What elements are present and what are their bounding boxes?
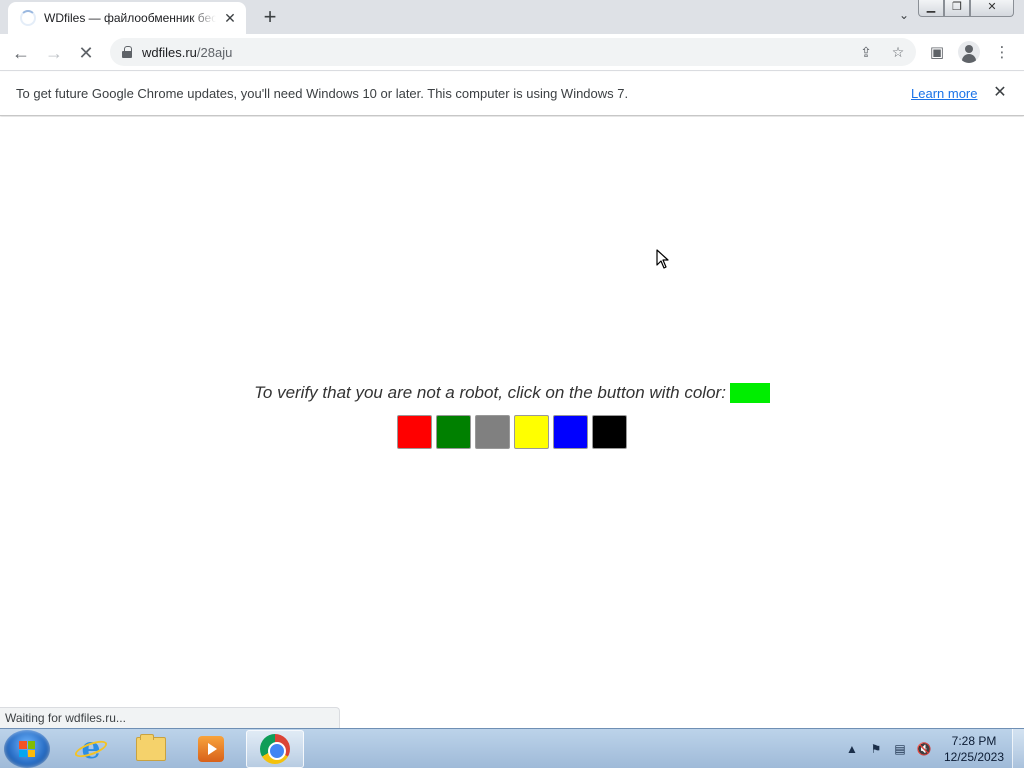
clock-date: 12/25/2023: [943, 750, 1005, 764]
chrome-icon: [260, 734, 290, 764]
forward-button[interactable]: →: [41, 40, 67, 66]
start-button[interactable]: [4, 730, 50, 768]
url-path: /28aju: [196, 44, 233, 60]
show-desktop-button[interactable]: [1012, 729, 1024, 769]
tab-title: WDfiles — файлообменник бесплатный: [44, 11, 216, 25]
color-button-blue[interactable]: [553, 415, 588, 449]
taskbar-internet-explorer[interactable]: e: [62, 730, 120, 768]
infobar-message: To get future Google Chrome updates, you…: [16, 86, 629, 101]
taskbar-file-explorer[interactable]: [122, 730, 180, 768]
browser-toolbar: ← → ✕ wdfiles.ru/28aju ⇪ ☆ ▣ ⋮: [0, 34, 1024, 71]
page-content: To verify that you are not a robot, clic…: [0, 117, 1024, 728]
address-bar[interactable]: wdfiles.ru/28aju ⇪ ☆: [110, 38, 916, 66]
color-button-yellow[interactable]: [514, 415, 549, 449]
new-tab-button[interactable]: +: [258, 6, 282, 30]
show-hidden-icons-arrow-icon[interactable]: ▲: [842, 739, 862, 759]
color-button-gray[interactable]: [475, 415, 510, 449]
color-button-red[interactable]: [397, 415, 432, 449]
url-host: wdfiles.ru: [142, 44, 197, 60]
action-center-flag-icon[interactable]: ⚑: [866, 739, 886, 759]
restore-button[interactable]: ❐: [944, 0, 970, 17]
windows-logo-icon: [19, 741, 35, 757]
taskbar-chrome[interactable]: [246, 730, 304, 768]
profile-avatar-icon[interactable]: [958, 41, 980, 63]
network-icon[interactable]: ▤: [890, 739, 910, 759]
window-controls: ▁ ❐ ✕: [918, 0, 1014, 18]
menu-kebab-icon[interactable]: ⋮: [991, 42, 1013, 64]
tab-close-icon[interactable]: ✕: [222, 10, 238, 26]
target-color-swatch: [729, 383, 770, 403]
system-tray: ▲ ⚑ ▤ 🔇: [842, 729, 938, 769]
clock-time: 7:28 PM: [951, 734, 997, 748]
color-button-black[interactable]: [592, 415, 627, 449]
taskbar-clock[interactable]: 7:28 PM 12/25/2023: [940, 733, 1008, 765]
back-button[interactable]: ←: [8, 40, 34, 66]
stop-loading-button[interactable]: ✕: [73, 40, 99, 66]
color-button-row: [0, 415, 1024, 449]
update-infobar: To get future Google Chrome updates, you…: [0, 72, 1024, 116]
window-close-button[interactable]: ✕: [970, 0, 1014, 17]
media-player-icon: [198, 736, 224, 762]
taskbar-media-player[interactable]: [182, 730, 240, 768]
share-icon[interactable]: ⇪: [856, 42, 876, 62]
minimize-button[interactable]: ▁: [918, 0, 944, 17]
folder-icon: [136, 734, 166, 761]
url-text[interactable]: wdfiles.ru/28aju: [142, 45, 232, 60]
browser-title-bar: WDfiles — файлообменник бесплатный ✕ + ⌄…: [0, 0, 1024, 34]
captcha-prompt-text: To verify that you are not a robot, clic…: [254, 383, 726, 402]
status-bubble: Waiting for wdfiles.ru...: [0, 707, 340, 728]
side-panel-icon[interactable]: ▣: [926, 42, 948, 64]
volume-muted-icon[interactable]: 🔇: [914, 739, 934, 759]
infobar-close-icon[interactable]: ✕: [990, 83, 1010, 103]
browser-tab-active[interactable]: WDfiles — файлообменник бесплатный ✕: [8, 2, 246, 34]
color-button-green[interactable]: [436, 415, 471, 449]
bookmark-star-icon[interactable]: ☆: [888, 42, 908, 62]
tab-search-icon[interactable]: ⌄: [894, 8, 914, 28]
loading-spinner-icon: [20, 10, 36, 26]
internet-explorer-icon: e: [72, 734, 110, 764]
lock-icon[interactable]: [122, 46, 132, 58]
learn-more-link[interactable]: Learn more: [911, 86, 977, 101]
windows-taskbar: e ▲ ⚑ ▤ 🔇 7:28 PM 12/25/2023: [0, 728, 1024, 769]
captcha-prompt: To verify that you are not a robot, clic…: [0, 383, 1024, 403]
mouse-cursor-icon: [656, 249, 669, 269]
